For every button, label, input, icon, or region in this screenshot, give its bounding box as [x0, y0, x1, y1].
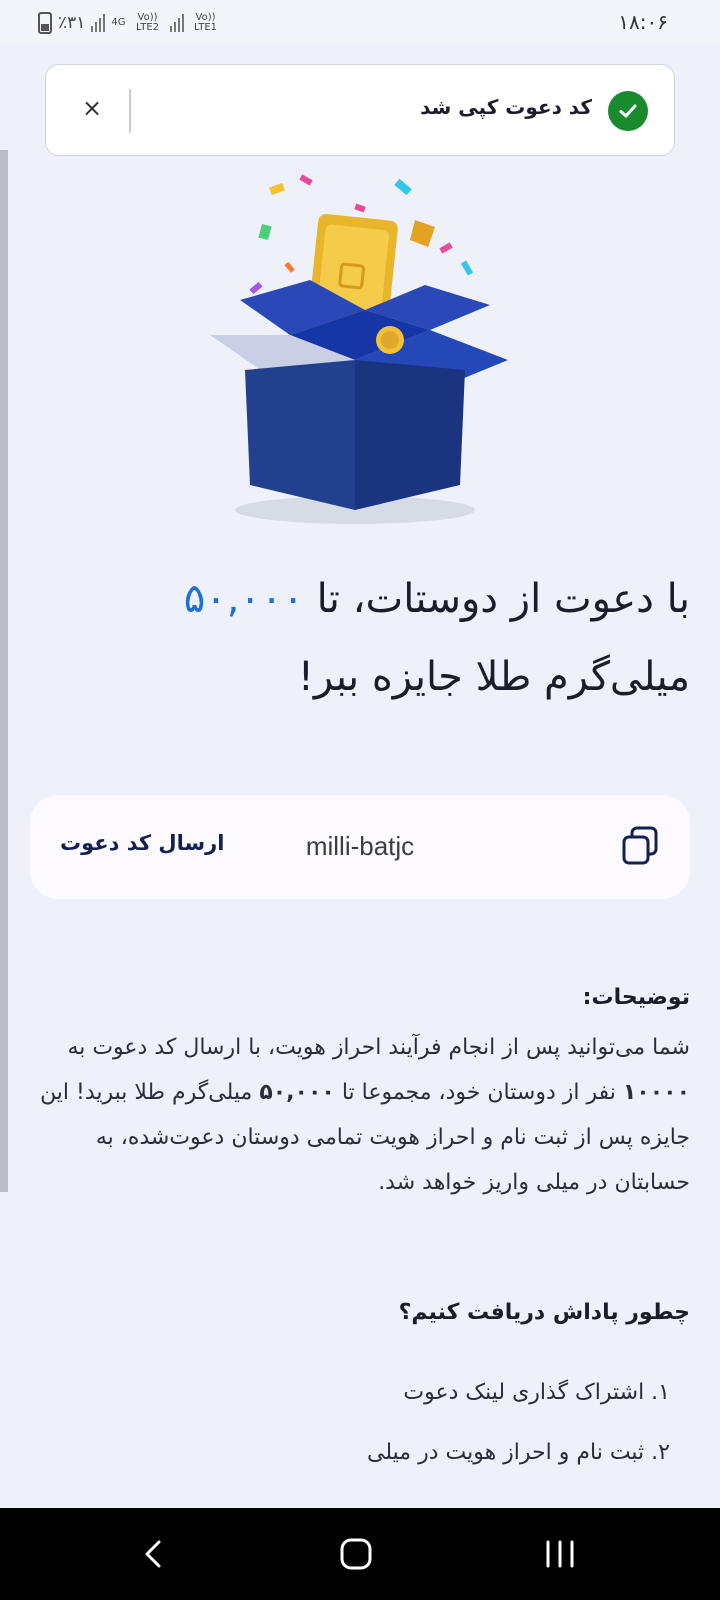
status-icons: ٪۳۱ 4G Vo)) LTE2 Vo)) LTE1 [38, 12, 222, 34]
check-icon [608, 91, 648, 131]
headline-text-2: میلی‌گرم طلا جایزه ببر! [297, 654, 690, 700]
headline-text-1: با دعوت از دوستات، تا [303, 576, 690, 622]
step-item: ۲. ثبت نام و احراز هویت در میلی [367, 1440, 670, 1465]
headline-amount: ۵۰,۰۰۰ [183, 576, 304, 622]
copy-icon[interactable] [620, 825, 660, 867]
back-icon[interactable] [135, 1534, 175, 1574]
system-nav-bar [0, 1508, 720, 1600]
how-to-steps: ۱. اشتراک گذاری لینک دعوت ۲. ثبت نام و ا… [367, 1380, 670, 1500]
page-headline: با دعوت از دوستات، تا ۵۰,۰۰۰ میلی‌گرم طل… [50, 560, 690, 716]
signal-icon [91, 14, 106, 32]
description-text: شما می‌توانید پس از انجام فرآیند احراز ه… [40, 1025, 690, 1205]
network-lte1-label: Vo)) LTE1 [194, 12, 218, 33]
scroll-track [0, 150, 8, 1192]
home-icon[interactable] [336, 1534, 376, 1574]
gift-box-illustration [190, 165, 530, 545]
invite-code-card: ارسال کد دعوت milli-batjc [30, 795, 690, 899]
recent-apps-icon[interactable] [540, 1534, 580, 1574]
description-title: توضیحات: [582, 985, 690, 1010]
description-amount: ۵۰,۰۰۰ [259, 1080, 335, 1105]
status-time: ۱۸:۰۶ [618, 10, 668, 34]
signal-icon [169, 14, 184, 32]
battery-icon [38, 12, 52, 34]
toast-divider [129, 89, 131, 133]
network-4g-label: 4G [111, 17, 126, 28]
description-count: ۱۰۰۰۰ [622, 1080, 690, 1105]
how-to-title: چطور پاداش دریافت کنیم؟ [398, 1300, 690, 1325]
close-icon[interactable]: × [78, 93, 106, 123]
description-text-1: شما می‌توانید پس از انجام فرآیند احراز ه… [67, 1035, 690, 1060]
toast-message: کد دعوت کپی شد [420, 95, 592, 119]
battery-percent: ٪۳۱ [58, 13, 86, 33]
step-item: ۱. اشتراک گذاری لینک دعوت [403, 1380, 670, 1405]
copy-toast: کد دعوت کپی شد × [45, 64, 675, 156]
description-text-2: نفر از دوستان خود، مجموعا تا [334, 1080, 623, 1105]
invite-code: milli-batjc [305, 831, 415, 861]
network-lte2-label: Vo)) LTE2 [136, 12, 160, 33]
status-bar: ٪۳۱ 4G Vo)) LTE2 Vo)) LTE1 ۱۸:۰۶ [0, 0, 720, 42]
